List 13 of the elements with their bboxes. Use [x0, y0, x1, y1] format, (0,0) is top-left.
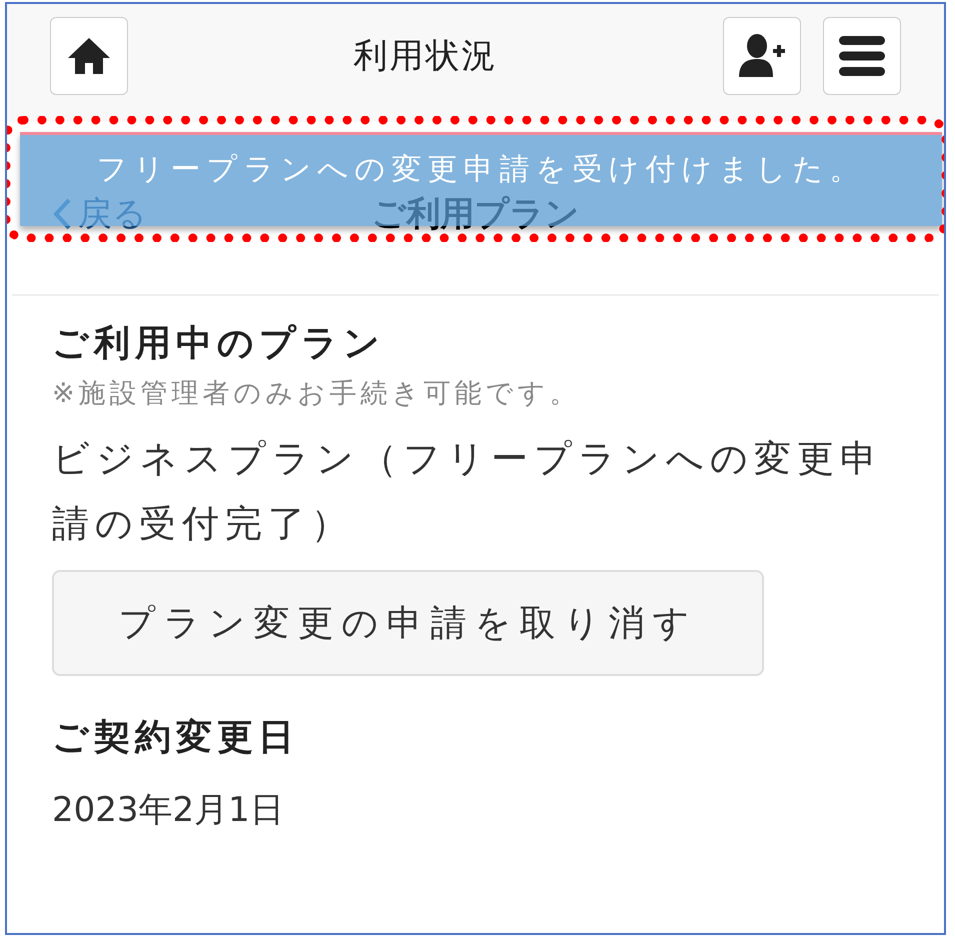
- section-heading: ご利用中のプラン: [52, 322, 386, 366]
- note-text: ※施設管理者のみお手続き可能です。: [52, 377, 582, 411]
- plan-name: ビジネスプラン（フリープランへの変更申請の受付完了）: [52, 436, 884, 547]
- menu-icon: [837, 34, 887, 78]
- page-title: 利用状況: [352, 35, 498, 78]
- add-user-button[interactable]: [723, 17, 801, 95]
- home-icon: [66, 36, 112, 76]
- section-title: ご利用プラン: [372, 193, 580, 236]
- home-button[interactable]: [50, 17, 128, 95]
- section-heading: ご契約変更日: [52, 716, 300, 760]
- change-date: 2023年2月1日: [52, 789, 285, 832]
- menu-button[interactable]: [823, 17, 901, 95]
- cancel-request-button[interactable]: プラン変更の申請を取り消す: [52, 570, 764, 676]
